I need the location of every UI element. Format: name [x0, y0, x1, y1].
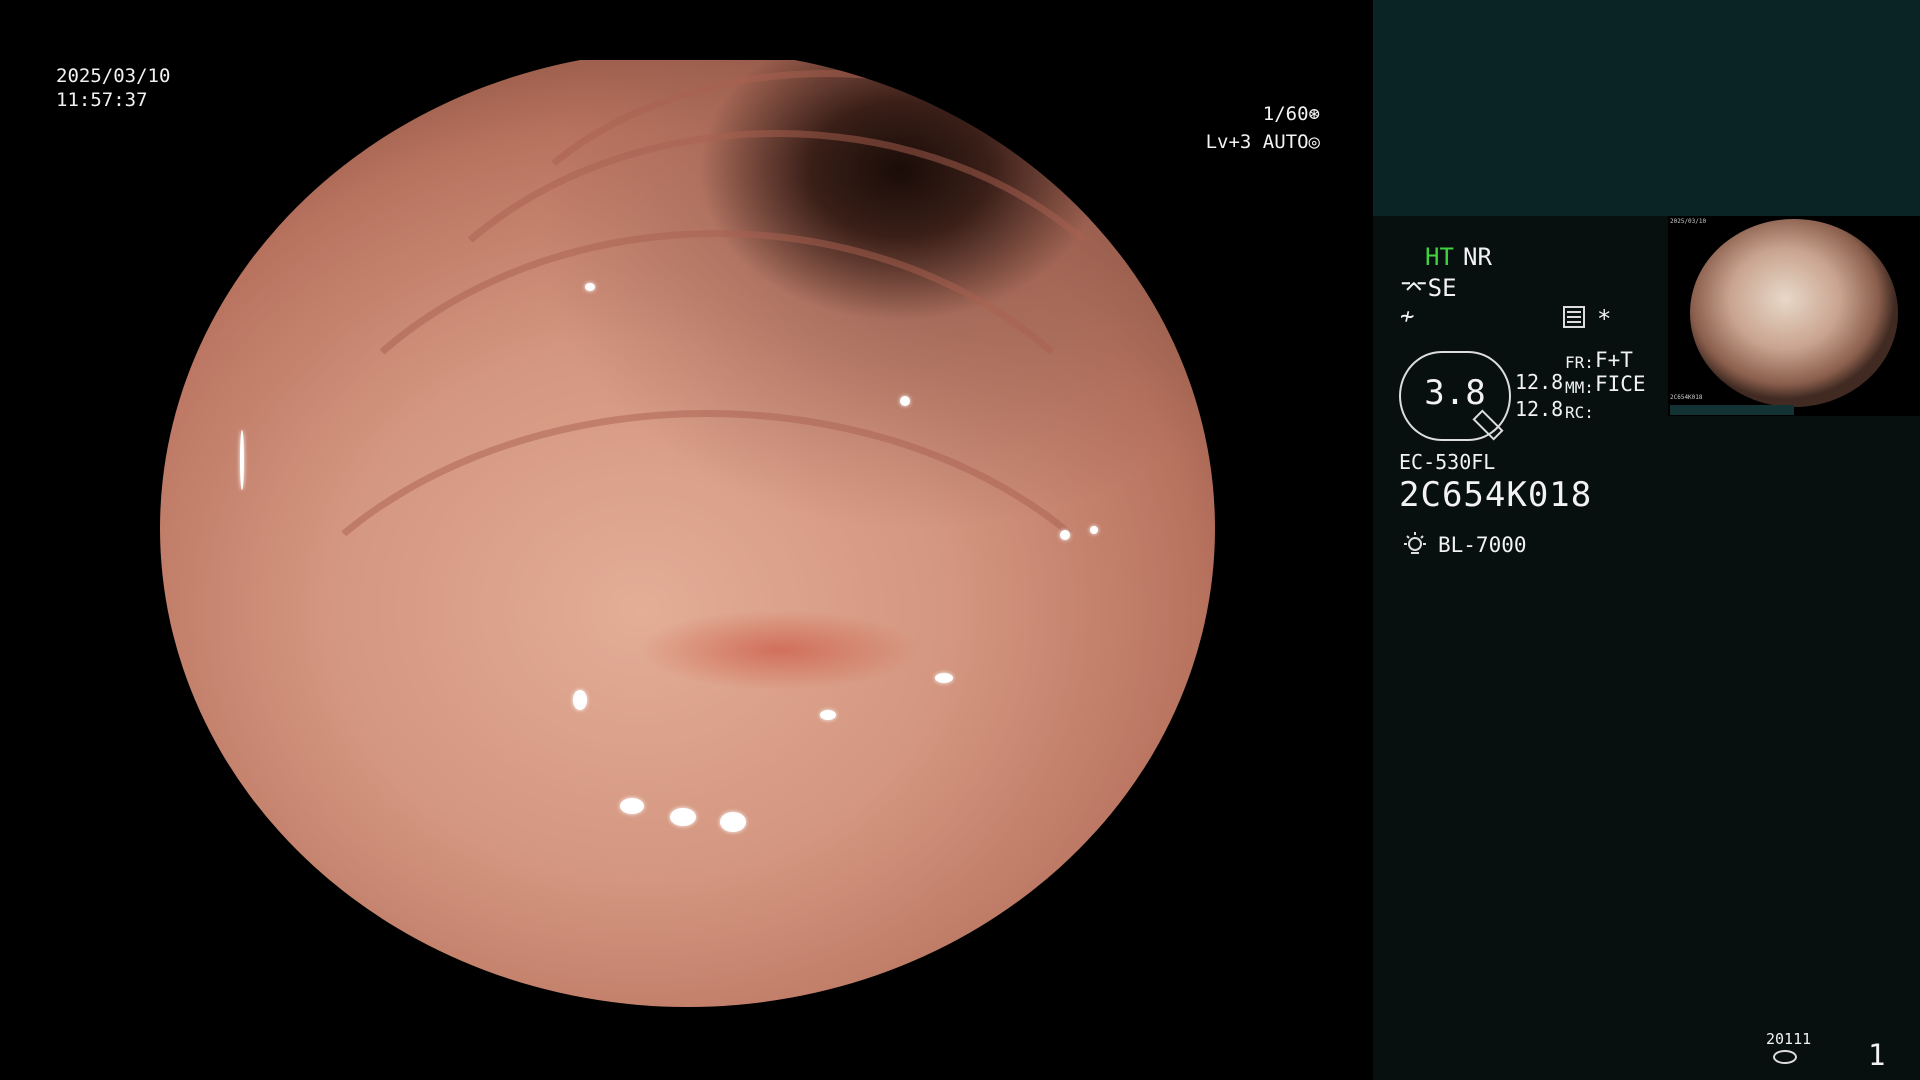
lamp-icon	[1404, 532, 1426, 554]
se-indicator: ⌤SE	[1400, 274, 1457, 302]
thumbnail-serial: 2C654K018	[1670, 394, 1703, 401]
scope-serial: 2C654K018	[1399, 475, 1593, 515]
datetime-display: 2025/03/10 11:57:37	[56, 64, 170, 112]
scope-edge-icon: ⌤	[1400, 274, 1428, 302]
shutter-speed: 1/60	[1262, 103, 1309, 125]
shutter-row: 1/60⊛	[1160, 100, 1320, 128]
iris-mode: AUTO	[1262, 131, 1309, 153]
asterisk-icon: *	[1597, 305, 1612, 333]
panel-header-area	[1373, 0, 1920, 216]
specular-highlight	[620, 798, 644, 814]
specular-highlight	[585, 283, 595, 291]
specular-highlight	[240, 430, 244, 490]
ht-indicator: HT	[1425, 243, 1454, 271]
thumbnail-date: 2025/03/10	[1670, 218, 1707, 225]
specular-highlight	[935, 673, 953, 683]
specular-highlight	[573, 690, 587, 710]
specular-highlight	[900, 396, 910, 406]
specular-highlight	[1060, 530, 1070, 540]
brightness-level: Lv+3	[1205, 131, 1252, 153]
value-top: 12.8	[1515, 370, 1564, 394]
nr-indicator: NR	[1463, 243, 1492, 271]
storage-disk-icon	[1773, 1050, 1797, 1064]
specular-highlight	[1090, 526, 1098, 534]
date-text: 2025/03/10	[56, 65, 171, 87]
exposure-settings: 1/60⊛ Lv+3 AUTO◎	[1160, 100, 1320, 156]
iris-icon: ◎	[1308, 131, 1320, 153]
image-counter: 20111	[1766, 1030, 1812, 1048]
fr-label: FR:	[1565, 353, 1594, 372]
thumbnail-bar	[1670, 405, 1794, 415]
page-number: 1	[1868, 1038, 1886, 1072]
mm-label: MM:	[1565, 378, 1594, 397]
level-row: Lv+3 AUTO◎	[1160, 128, 1320, 156]
settings-list-icon	[1563, 306, 1585, 328]
colon-lumen-image	[160, 60, 1215, 1007]
se-label: SE	[1427, 274, 1457, 302]
fr-value: F+T	[1595, 348, 1633, 372]
specular-highlight	[670, 808, 696, 826]
value-bottom: 12.8	[1515, 397, 1564, 421]
gauge-value: 3.8	[1424, 373, 1486, 413]
specular-highlight	[720, 812, 746, 832]
rc-label: RC:	[1565, 403, 1594, 422]
endoscopic-image	[160, 60, 1215, 1017]
structure-icon: ≁	[1400, 302, 1415, 330]
shutter-icon: ⊛	[1308, 103, 1320, 125]
thumbnail-image	[1690, 219, 1898, 407]
mm-value: FICE	[1595, 372, 1646, 396]
time-text: 11:57:37	[56, 89, 148, 111]
scope-model: EC-530FL	[1399, 450, 1496, 474]
light-source: BL-7000	[1438, 533, 1527, 557]
specular-highlight	[820, 710, 836, 720]
